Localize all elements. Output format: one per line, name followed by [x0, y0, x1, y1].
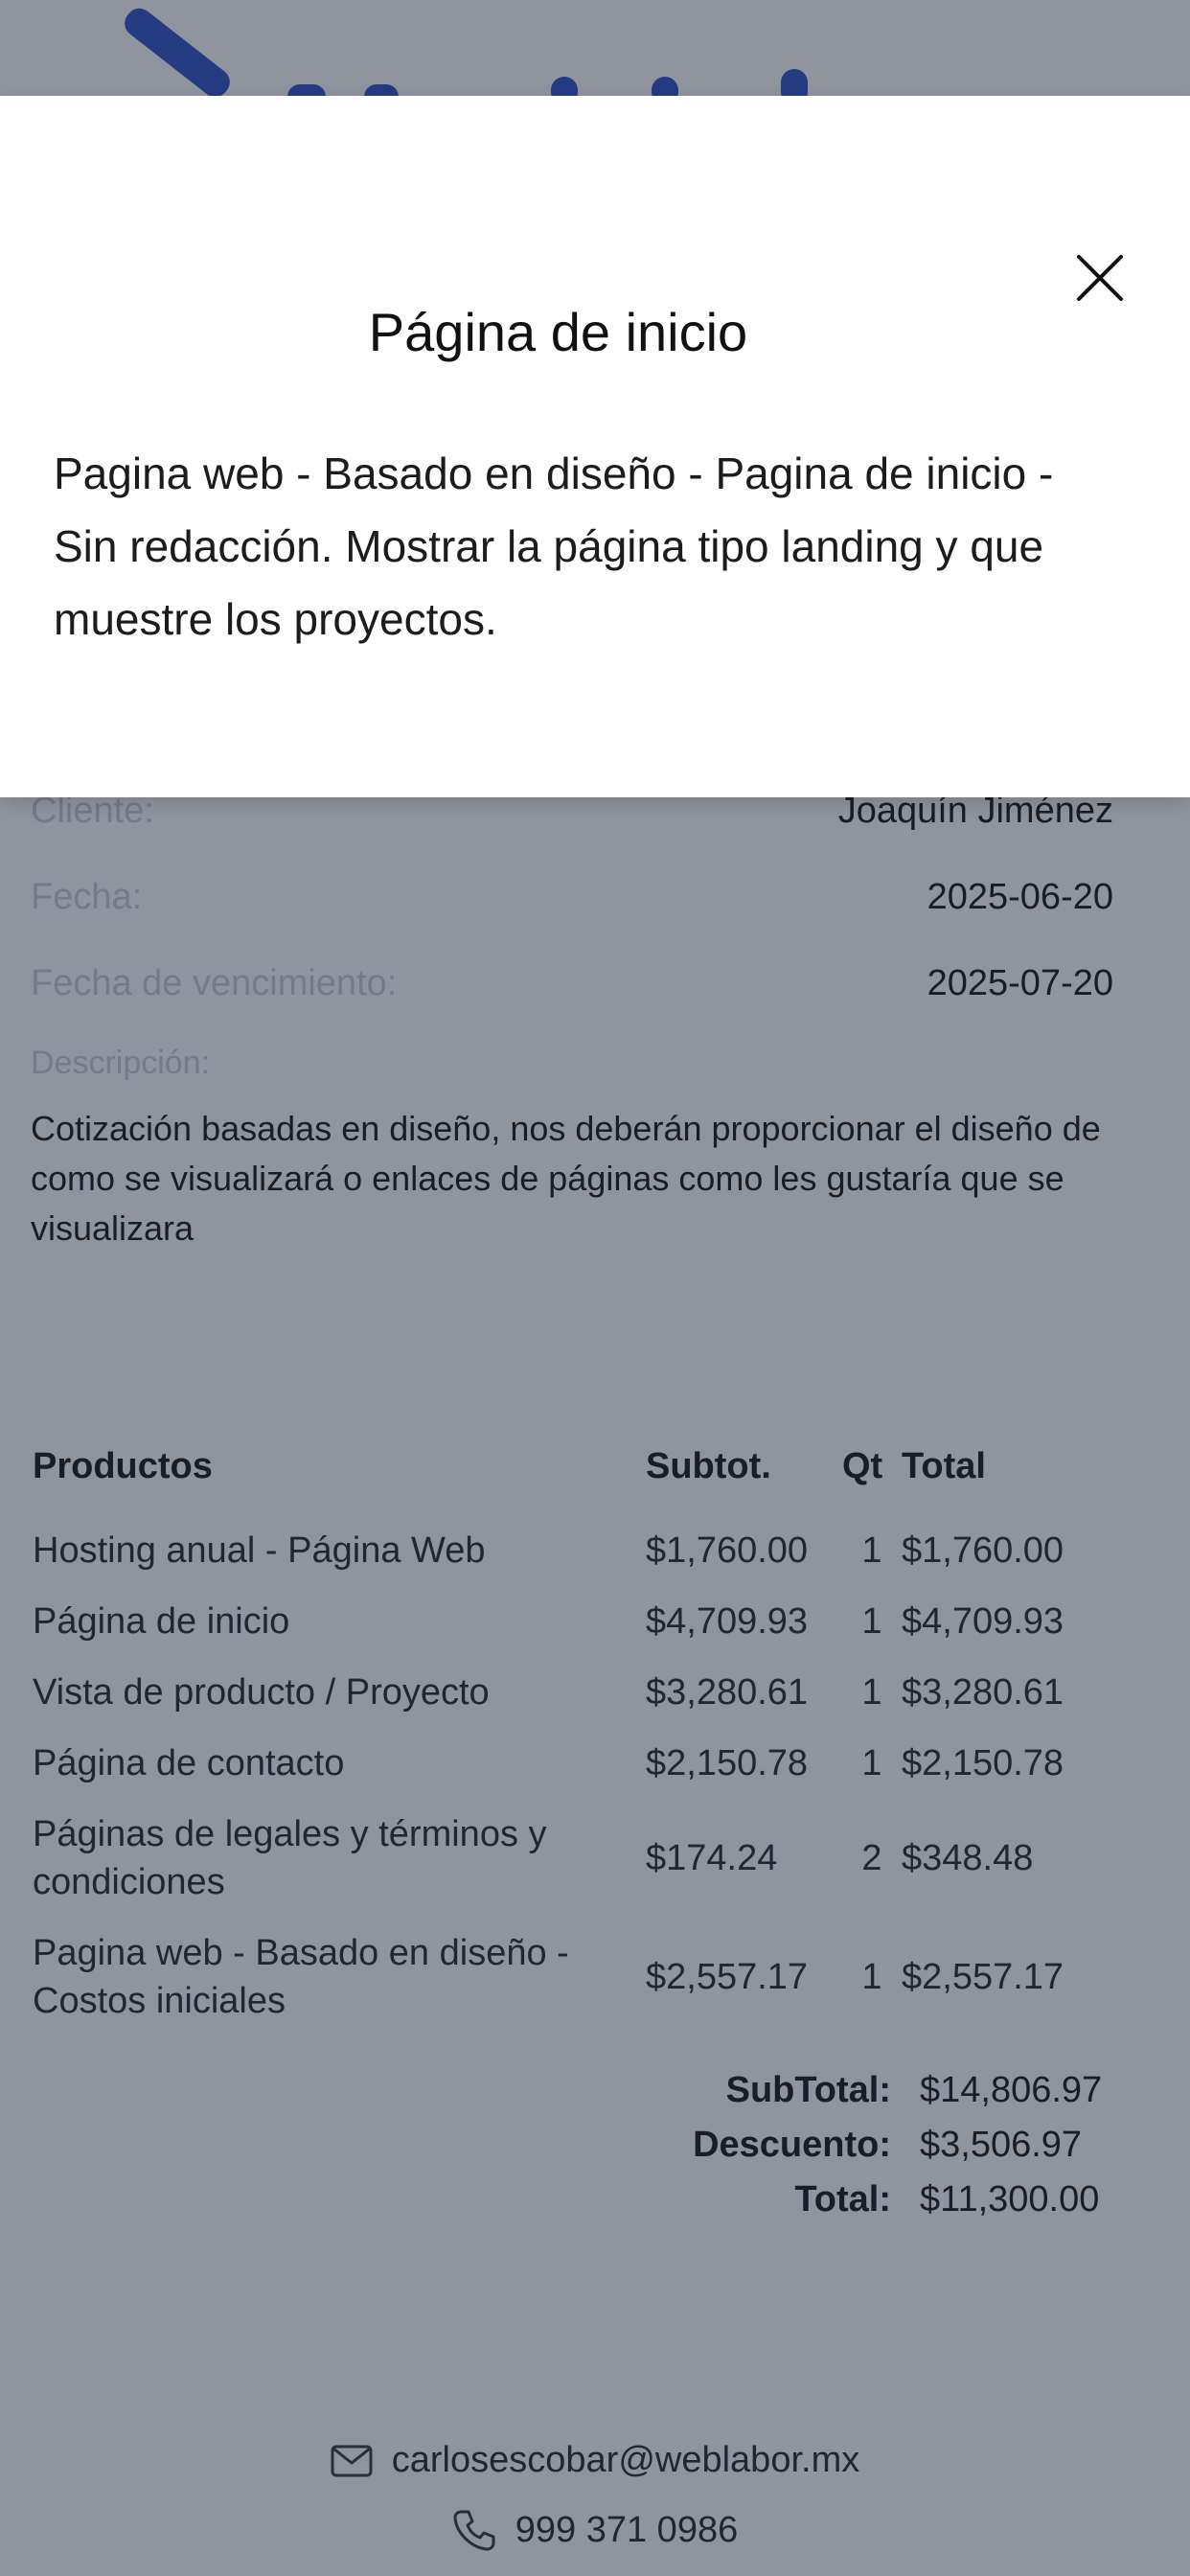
- close-button[interactable]: [1071, 249, 1129, 307]
- modal-description: Pagina web - Basado en diseño - Pagina d…: [54, 448, 1054, 644]
- product-detail-modal: Página de inicio Pagina web - Basado en …: [0, 96, 1190, 797]
- modal-title: Página de inicio: [368, 302, 748, 362]
- close-icon: [1071, 255, 1129, 310]
